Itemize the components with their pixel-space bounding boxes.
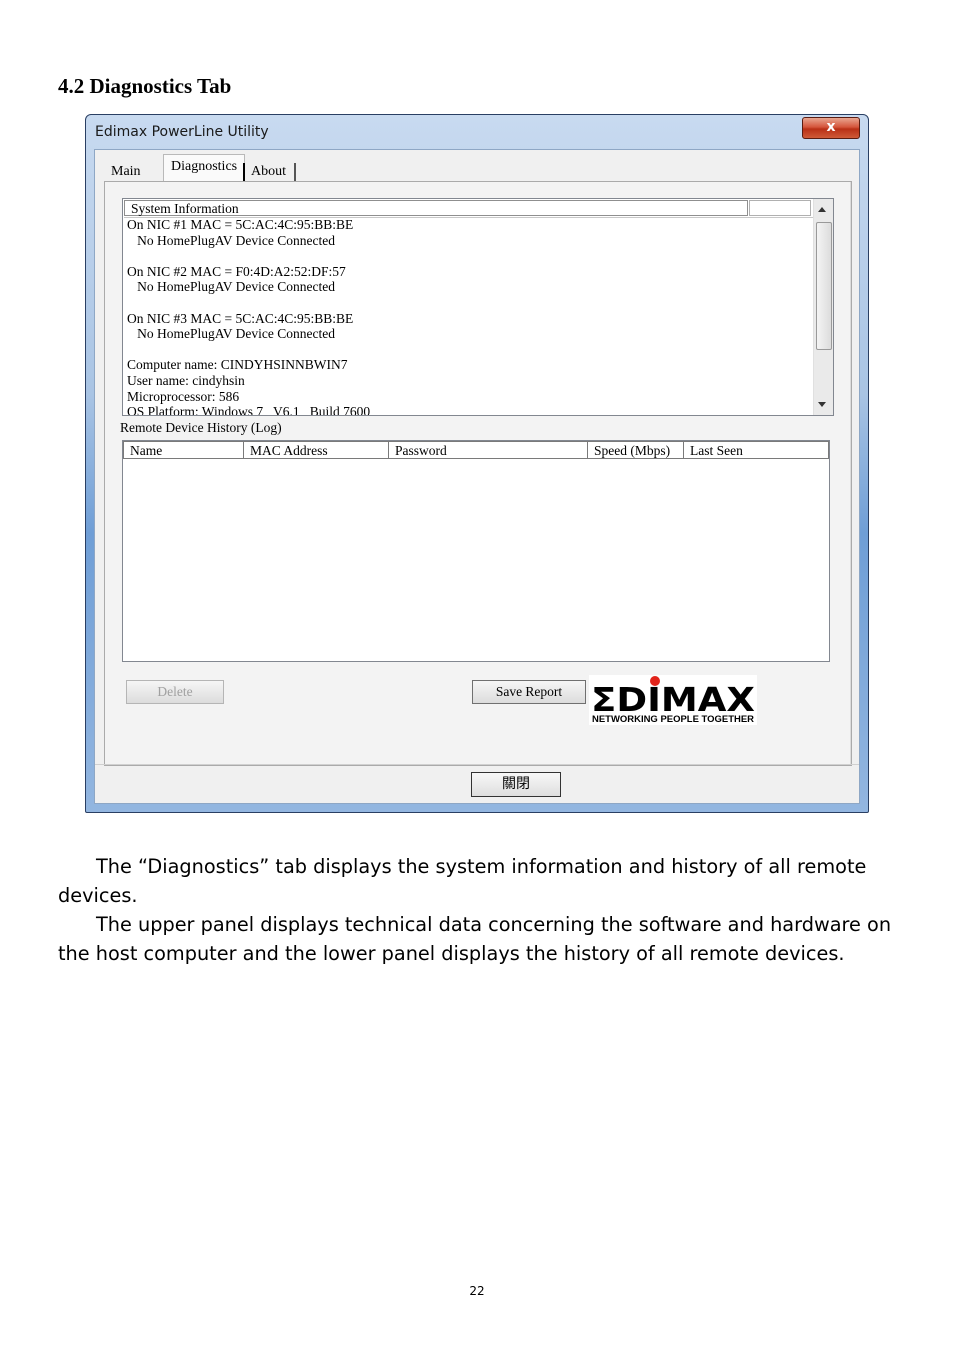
paragraph-2: The upper panel displays technical data … [58,910,896,968]
log-label: Remote Device History (Log) [120,420,282,435]
log-column-name[interactable]: Name [123,441,244,459]
section-heading: 4.2 Diagnostics Tab [58,74,232,98]
delete-button[interactable]: Delete [126,680,224,704]
log-column-headers: Name MAC Address Password Speed (Mbps) L… [123,441,829,459]
system-info-scrollbar[interactable] [813,199,833,415]
diagnostics-page: System Information On NIC #1 MAC = 5C:AC… [104,181,852,766]
system-info-column-header[interactable]: System Information [124,200,748,216]
client-area: Main Diagnostics About System Informatio… [94,149,860,804]
remote-device-log-list[interactable]: Name MAC Address Password Speed (Mbps) L… [122,440,830,662]
window-title: Edimax PowerLine Utility [95,124,269,140]
edimax-logo: ΣDIMAX NETWORKING PEOPLE TOGETHER [589,675,757,725]
dialog-divider [95,764,859,765]
system-info-line: Microprocessor: 586 [127,388,240,404]
system-info-line: No HomePlugAV Device Connected [127,232,335,248]
scroll-up-arrow-icon[interactable] [818,207,826,212]
log-column-last-seen[interactable]: Last Seen [683,441,829,459]
system-info-line: User name: cindyhsin [127,372,245,388]
paragraph-2-text: The upper panel displays technical data … [58,913,892,965]
system-info-line: Computer name: CINDYHSINNBWIN7 [127,357,348,373]
log-column-speed[interactable]: Speed (Mbps) [587,441,684,459]
system-info-line: On NIC #2 MAC = F0:4D:A2:52:DF:57 [127,263,346,279]
system-info-line: No HomePlugAV Device Connected [127,326,335,342]
log-column-password[interactable]: Password [388,441,588,459]
system-info-header: System Information [124,200,814,218]
scroll-thumb[interactable] [816,222,832,350]
title-bar[interactable]: Edimax PowerLine Utility x [86,115,868,149]
paragraph-1: The “Diagnostics” tab displays the syste… [58,852,896,910]
system-info-line: No HomePlugAV Device Connected [127,279,335,295]
system-info-extra-column-header[interactable] [749,200,811,216]
log-column-mac-address[interactable]: MAC Address [243,441,389,459]
tab-main[interactable]: Main [111,164,141,180]
save-report-button[interactable]: Save Report [472,680,586,704]
paragraph-1-text: The “Diagnostics” tab displays the syste… [58,855,867,907]
tab-about[interactable]: About [243,163,296,181]
system-info-line [127,248,807,264]
svg-text:NETWORKING PEOPLE TOGETHER: NETWORKING PEOPLE TOGETHER [592,714,755,724]
scroll-down-arrow-icon[interactable] [818,402,826,407]
close-button[interactable]: 關閉 [471,772,561,797]
system-info-line: On NIC #1 MAC = 5C:AC:4C:95:BB:BE [127,217,354,232]
window-close-button[interactable]: x [802,117,860,139]
page-number: 22 [469,1284,485,1298]
system-info-listbox[interactable]: System Information On NIC #1 MAC = 5C:AC… [122,198,834,416]
app-window: Edimax PowerLine Utility x Main Diagnost… [85,114,869,813]
tab-diagnostics[interactable]: Diagnostics [163,154,246,181]
system-info-line: OS Platform: Windows 7 V6.1 Build 7600 [127,404,371,416]
system-info-line [127,295,807,311]
system-info-line [127,342,807,358]
system-info-lines: On NIC #1 MAC = 5C:AC:4C:95:BB:BE No Hom… [127,217,807,416]
system-info-line: On NIC #3 MAC = 5C:AC:4C:95:BB:BE [127,310,354,326]
